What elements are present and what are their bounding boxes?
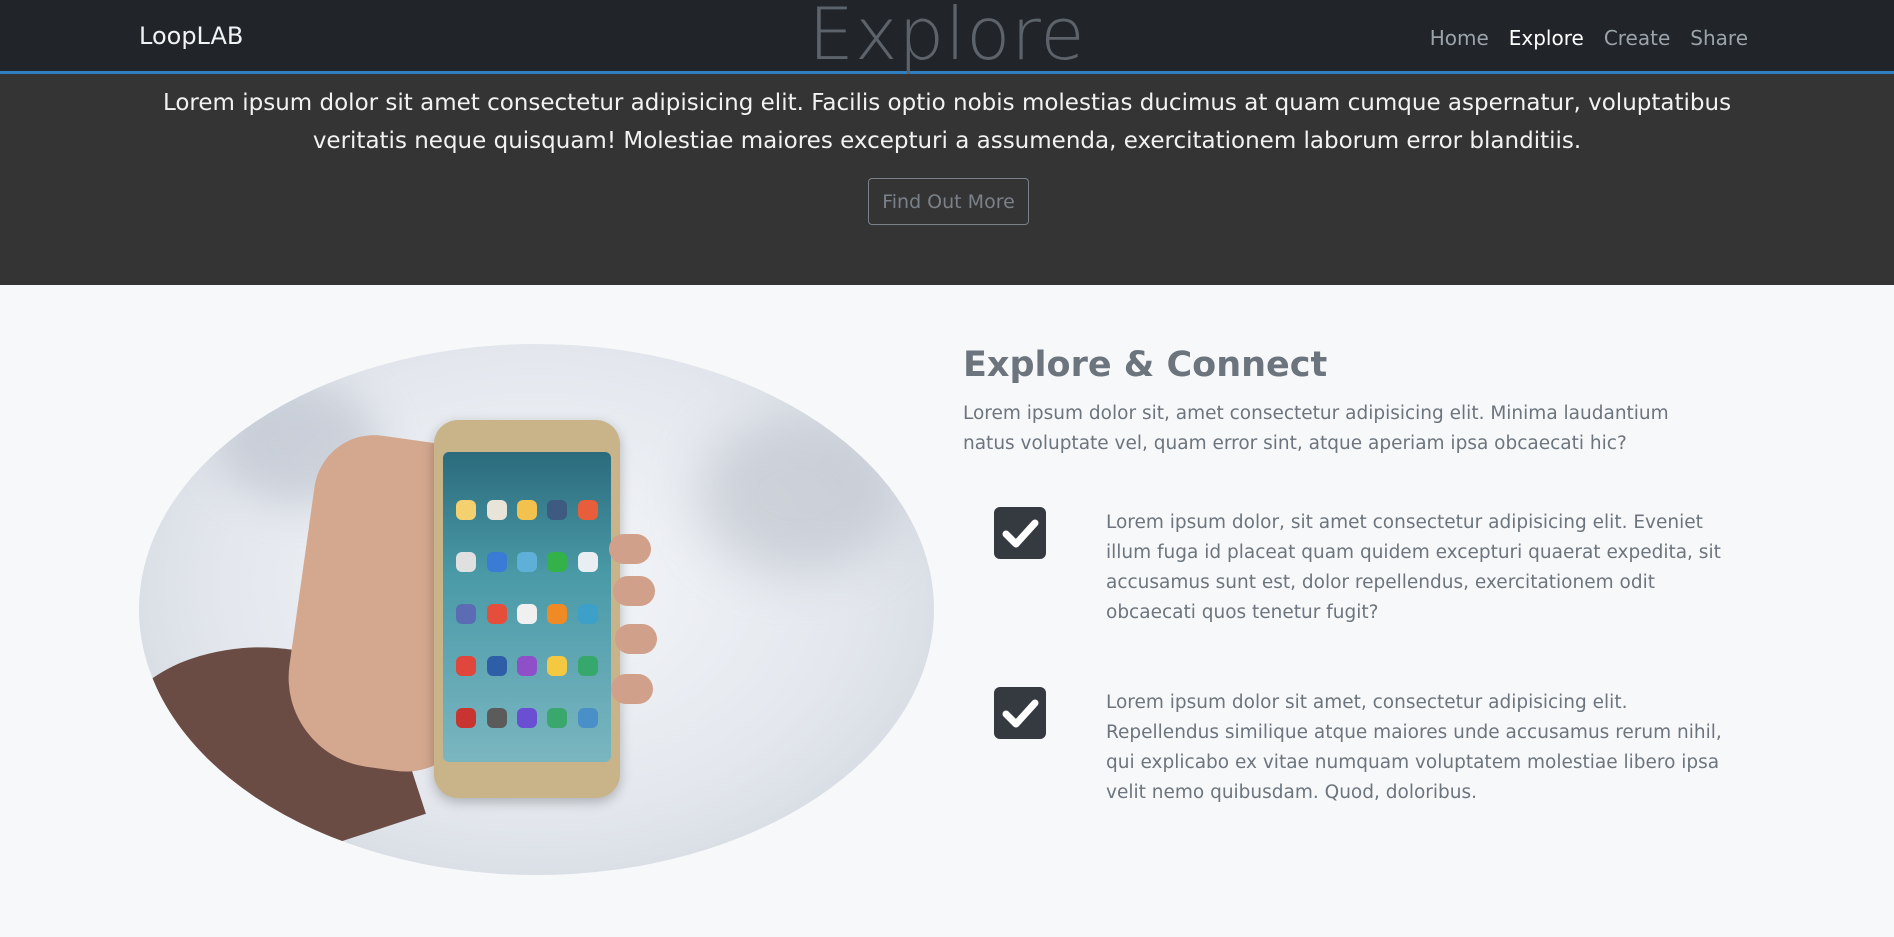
nav-link-home[interactable]: Home [1430,26,1489,50]
nav-links: Home Explore Create Share [1430,26,1748,50]
checkmark-icon [994,687,1046,739]
nav-link-share[interactable]: Share [1690,26,1748,50]
hero-text: Lorem ipsum dolor sit amet consectetur a… [162,90,1732,154]
nav-link-explore[interactable]: Explore [1509,26,1584,50]
section-title: Explore & Connect [963,345,1328,385]
section-intro: Lorem ipsum dolor sit, amet consectetur … [963,403,1669,454]
nav-link-create[interactable]: Create [1604,26,1670,50]
find-out-more-button[interactable]: Find Out More [868,178,1029,225]
hero-section: Lorem ipsum dolor sit amet consectetur a… [0,74,1894,285]
feature-text-1: Lorem ipsum dolor, sit amet consectetur … [1106,512,1721,623]
hand-holding-phone-image [139,344,934,875]
checkmark-icon [994,507,1046,559]
feature-text-2: Lorem ipsum dolor sit amet, consectetur … [1106,692,1722,803]
navbar: LoopLAB Explore Home Explore Create Shar… [0,0,1894,74]
